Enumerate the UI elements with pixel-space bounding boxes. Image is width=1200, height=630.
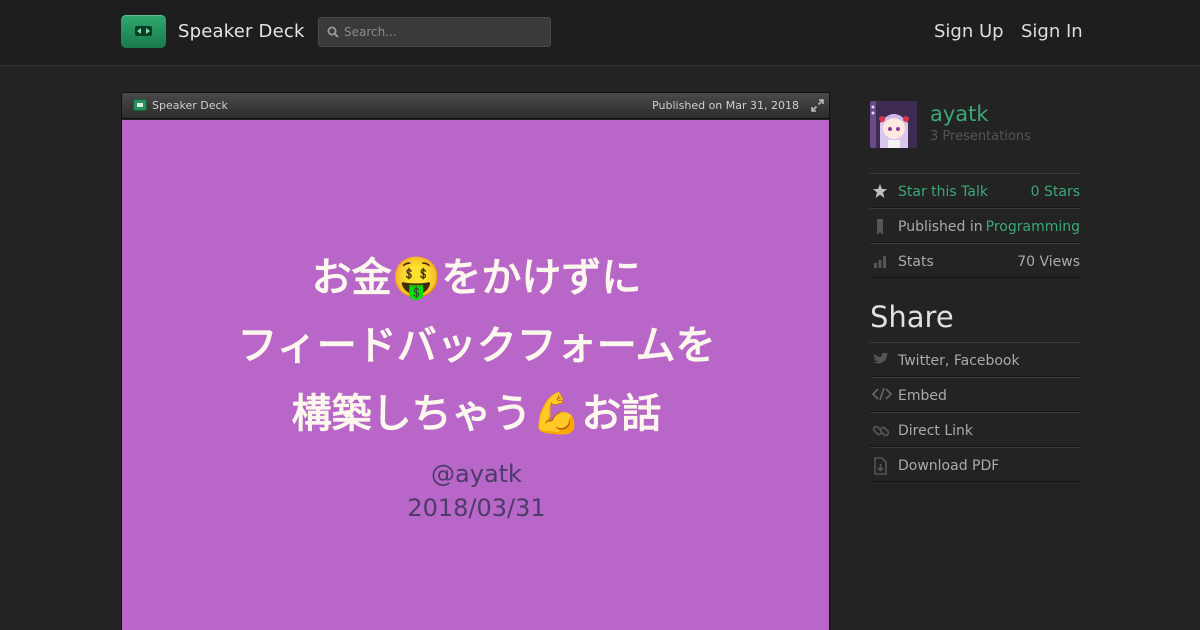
share-direct-link-row[interactable]: Direct Link <box>870 412 1080 447</box>
search-icon <box>327 26 339 38</box>
current-slide[interactable]: お金🤑をかけずに フィードバックフォームを 構築しちゃう💪お話 @ayatk 2… <box>122 120 829 630</box>
search-box[interactable] <box>318 17 551 47</box>
stats-label: Stats <box>898 254 934 270</box>
share-direct-link[interactable]: Direct Link <box>898 423 973 439</box>
share-embed-row[interactable]: Embed <box>870 377 1080 412</box>
slide-date: 2018/03/31 <box>407 494 546 522</box>
link-chain-icon <box>872 425 890 437</box>
slide-title: お金🤑をかけずに フィードバックフォームを 構築しちゃう💪お話 <box>122 244 829 448</box>
slide-title-line-3: 構築しちゃう💪お話 <box>291 391 662 437</box>
share-heading: Share <box>870 300 954 334</box>
speaker-deck-mini-logo-icon <box>133 99 147 111</box>
star-count[interactable]: 0 Stars <box>1031 184 1080 200</box>
share-twitter-facebook[interactable]: Twitter, Facebook <box>898 353 1020 369</box>
download-pdf-row[interactable]: Download PDF <box>870 447 1080 482</box>
download-pdf[interactable]: Download PDF <box>898 458 999 474</box>
brand-link[interactable]: Speaker Deck <box>178 21 305 42</box>
slide-arrows-icon <box>137 28 150 34</box>
slide-title-line-1: お金🤑をかけずに <box>311 255 642 301</box>
slide-viewer: Speaker Deck Published on Mar 31, 2018 お… <box>121 92 830 630</box>
star-this-talk-label[interactable]: Star this Talk <box>898 184 988 200</box>
twitter-bird-icon <box>873 352 889 364</box>
bookmark-icon <box>877 219 883 235</box>
slide-author: @ayatk <box>431 460 522 488</box>
published-in-label: Published in <box>898 219 983 235</box>
stats-row: Stats 70 Views <box>870 243 1080 278</box>
search-input[interactable] <box>344 21 544 43</box>
embed-code-icon <box>872 387 892 401</box>
published-in-row: Published in Programming <box>870 208 1080 243</box>
slide-toolbar: Speaker Deck Published on Mar 31, 2018 <box>122 93 829 119</box>
avatar-image <box>870 101 917 148</box>
views-count: 70 Views <box>1017 254 1080 270</box>
sign-up-link[interactable]: Sign Up <box>934 21 1004 42</box>
share-social-row[interactable]: Twitter, Facebook <box>870 342 1080 377</box>
pdf-document-icon <box>874 457 887 475</box>
share-embed[interactable]: Embed <box>898 388 947 404</box>
bar-chart-icon <box>874 256 886 268</box>
slide-toolbar-brand: Speaker Deck <box>152 99 228 112</box>
speaker-deck-logo[interactable] <box>121 15 166 48</box>
username-link[interactable]: ayatk <box>930 102 989 126</box>
category-link[interactable]: Programming <box>986 219 1080 235</box>
published-date: Published on Mar 31, 2018 <box>652 99 799 112</box>
star-talk-row[interactable]: Star this Talk 0 Stars <box>870 173 1080 208</box>
fullscreen-expand-icon[interactable] <box>811 99 824 112</box>
star-icon <box>873 184 887 198</box>
avatar[interactable] <box>870 101 917 148</box>
sign-in-link[interactable]: Sign In <box>1021 21 1083 42</box>
site-header: Speaker Deck Sign Up Sign In <box>0 0 1200 66</box>
slide-title-line-2: フィードバックフォームを <box>237 323 716 369</box>
presentation-count: 3 Presentations <box>930 129 1031 144</box>
